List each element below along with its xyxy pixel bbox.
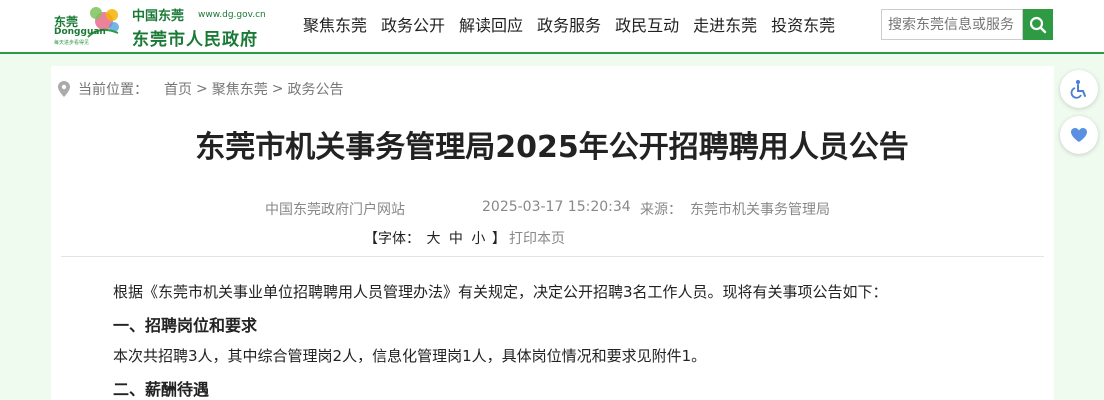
section-heading: 一、招聘岗位和要求 <box>113 316 258 335</box>
nav-item-interpret[interactable]: 解读回应 <box>459 14 523 38</box>
breadcrumb-focus[interactable]: 聚焦东莞 <box>212 79 268 99</box>
article-datetime: 2025-03-17 15:20:34 <box>482 199 631 215</box>
article-title: 东莞市机关事务管理局2025年公开招聘聘用人员公告 <box>195 130 909 165</box>
divider <box>61 256 1044 257</box>
breadcrumb-separator: > <box>196 81 208 97</box>
font-size-label: 【字体： <box>364 231 420 247</box>
font-size-medium[interactable]: 中 <box>449 231 463 247</box>
accessibility-button[interactable] <box>1060 70 1098 108</box>
breadcrumb-announcements[interactable]: 政务公告 <box>287 79 343 99</box>
search-icon <box>1029 16 1047 33</box>
article-source-label: 来源： <box>640 202 682 218</box>
main-nav: 聚焦东莞 政务公开 解读回应 政务服务 政民互动 走进东莞 投资东莞 <box>296 14 842 38</box>
nav-item-invest[interactable]: 投资东莞 <box>771 14 835 38</box>
breadcrumb-separator: > <box>271 81 284 97</box>
logo-tagline: 每天进步看得见 <box>54 40 90 46</box>
logo-city-en: Dongguan <box>54 27 106 37</box>
nav-item-gov-open[interactable]: 政务公开 <box>381 14 445 38</box>
nav-item-interaction[interactable]: 政民互动 <box>615 14 679 38</box>
search-button[interactable] <box>1023 9 1053 40</box>
location-pin-icon <box>58 81 70 97</box>
nav-item-focus[interactable]: 聚焦东莞 <box>303 14 367 38</box>
font-size-large[interactable]: 大 <box>426 231 440 247</box>
search-box <box>881 9 1053 40</box>
logo-url: www.dg.gov.cn <box>198 10 266 20</box>
font-size-control: 【字体： 大 中 小 】 <box>364 228 506 248</box>
site-logo[interactable]: 东莞 Dongguan 每天进步看得见 中国东莞 www.dg.gov.cn 东… <box>52 3 268 50</box>
search-input[interactable] <box>881 9 1023 40</box>
logo-mark: 东莞 Dongguan 每天进步看得见 <box>52 3 124 49</box>
breadcrumb-home[interactable]: 首页 <box>164 79 192 99</box>
article-paragraph: 本次共招聘3人，其中综合管理岗2人，信息化管理岗1人，具体岗位情况和要求见附件1… <box>113 347 707 365</box>
font-size-close: 】 <box>491 231 506 247</box>
article-source: 东莞市机关事务管理局 <box>690 202 830 218</box>
site-header: 东莞 Dongguan 每天进步看得见 中国东莞 www.dg.gov.cn 东… <box>0 0 1104 54</box>
article-site: 中国东莞政府门户网站 <box>265 202 405 218</box>
logo-calligraphy: 中国东莞 <box>132 9 185 24</box>
section-heading: 二、薪酬待遇 <box>113 380 210 399</box>
article-paragraph: 根据《东莞市机关事业单位招聘聘用人员管理办法》有关规定，决定公开招聘3名工作人员… <box>113 283 888 301</box>
breadcrumb: 当前位置： 首页 > 聚焦东莞 > 政务公告 <box>58 79 347 99</box>
font-size-small[interactable]: 小 <box>471 231 485 247</box>
print-button[interactable]: 打印本页 <box>509 228 565 248</box>
breadcrumb-label: 当前位置： <box>78 82 148 98</box>
nav-item-services[interactable]: 政务服务 <box>537 14 601 38</box>
accessibility-icon <box>1070 80 1086 99</box>
logo-gov-name: 东莞市人民政府 <box>132 30 258 50</box>
nav-item-about[interactable]: 走进东莞 <box>693 14 757 38</box>
